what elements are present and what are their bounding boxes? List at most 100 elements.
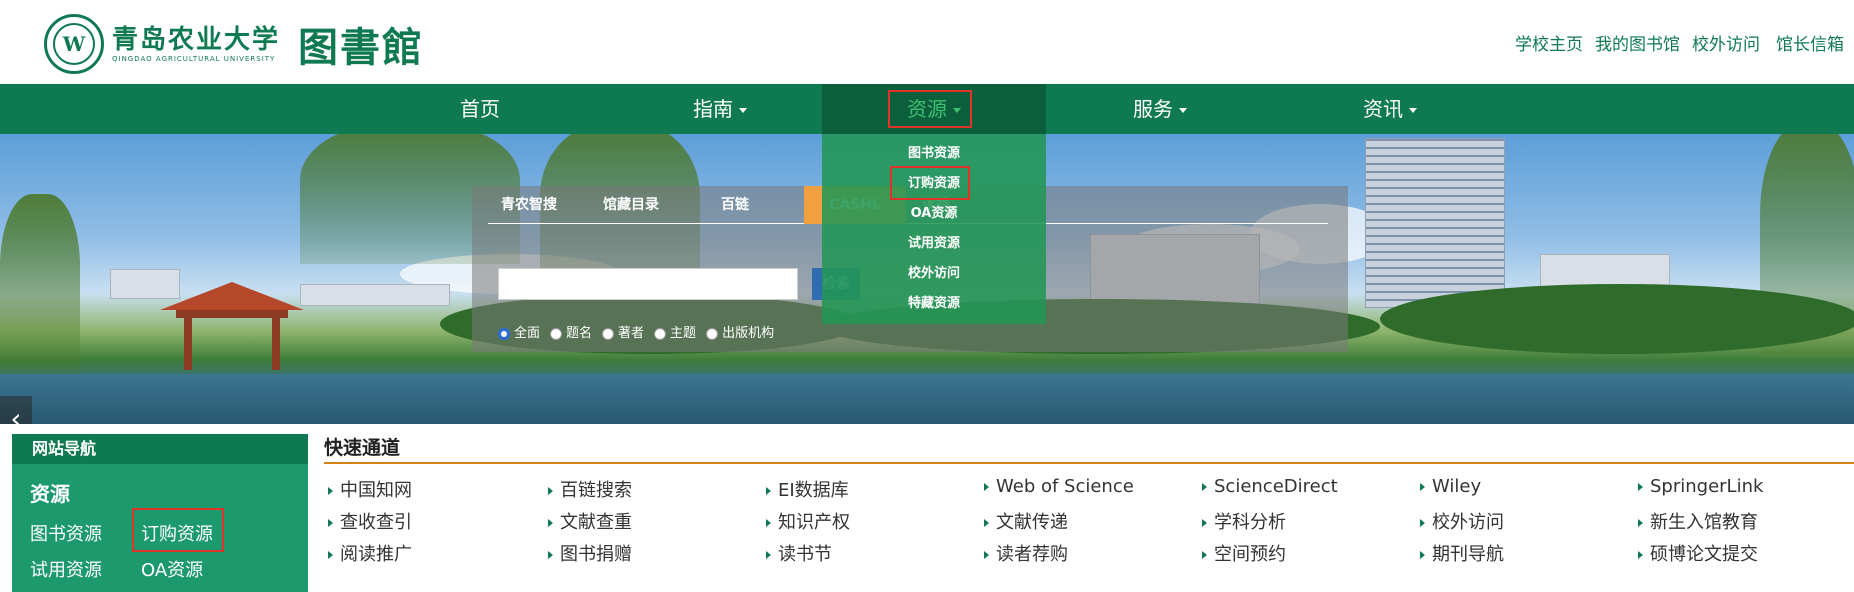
resources-dropdown-menu: 图书资源 订购资源 OA资源 试用资源 校外访问 特藏资源 xyxy=(822,134,1046,324)
quick-link-document-delivery[interactable]: 文献传递 xyxy=(984,508,1068,534)
quick-link-freshman-education[interactable]: 新生入馆教育 xyxy=(1638,508,1758,534)
radio-option-all[interactable]: 全面 xyxy=(498,322,540,341)
triangle-bullet-icon xyxy=(1420,483,1425,491)
sidebar-section-title: 资源 xyxy=(30,482,70,506)
triangle-bullet-icon xyxy=(1638,483,1643,491)
university-name: 青岛农业大学 xyxy=(112,25,281,55)
quick-link-space-booking[interactable]: 空间预约 xyxy=(1202,540,1286,566)
triangle-bullet-icon xyxy=(1638,519,1643,527)
willow-tree xyxy=(0,194,80,374)
radio-option-title[interactable]: 题名 xyxy=(550,322,592,341)
triangle-bullet-icon xyxy=(984,551,989,559)
tree-line xyxy=(1380,284,1854,354)
nav-label: 指南 xyxy=(693,97,733,121)
radio-label: 著者 xyxy=(618,326,645,341)
nav-label: 资讯 xyxy=(1363,97,1403,121)
search-tab-catalog[interactable]: 馆藏目录 xyxy=(588,186,674,224)
radio-option-publisher[interactable]: 出版机构 xyxy=(706,322,774,341)
dropdown-item-trial-resources[interactable]: 试用资源 xyxy=(822,232,1046,256)
quick-access-title: 快速通道 xyxy=(324,434,1854,464)
quick-link-reading-promotion[interactable]: 阅读推广 xyxy=(328,540,412,566)
triangle-bullet-icon xyxy=(1202,519,1207,527)
triangle-bullet-icon xyxy=(328,519,333,527)
lake-water xyxy=(0,374,1854,424)
nav-item-services[interactable]: 服务 xyxy=(1110,84,1210,134)
quick-link-bailian-search[interactable]: 百链搜索 xyxy=(548,476,632,502)
triangle-bullet-icon xyxy=(766,487,771,495)
quick-link-thesis-submission[interactable]: 硕博论文提交 xyxy=(1638,540,1758,566)
quick-link-subject-analysis[interactable]: 学科分析 xyxy=(1202,508,1286,534)
pavilion-pillar xyxy=(184,318,192,370)
radio-icon xyxy=(550,327,563,340)
sidebar-link-book-resources[interactable]: 图书资源 xyxy=(30,520,102,546)
triangle-bullet-icon xyxy=(548,519,553,527)
quick-link-cnki[interactable]: 中国知网 xyxy=(328,476,412,502)
triangle-bullet-icon xyxy=(1420,519,1425,527)
dropdown-item-book-resources[interactable]: 图书资源 xyxy=(822,142,1046,166)
nav-item-resources[interactable]: 资源 xyxy=(822,84,1046,134)
university-name-en: QINGDAO AGRICULTURAL UNIVERSITY xyxy=(112,55,276,63)
quick-link-sciencedirect[interactable]: ScienceDirect xyxy=(1202,476,1338,497)
top-link-school-home[interactable]: 学校主页 xyxy=(1515,30,1583,55)
library-logo[interactable]: W 青岛农业大学 QINGDAO AGRICULTURAL UNIVERSITY… xyxy=(44,14,424,74)
radio-label: 题名 xyxy=(566,326,593,341)
top-link-director-mailbox[interactable]: 馆长信箱 xyxy=(1776,30,1844,55)
triangle-bullet-icon xyxy=(984,483,989,491)
radio-option-subject[interactable]: 主题 xyxy=(654,322,696,341)
library-name: 图書館 xyxy=(298,24,425,71)
radio-icon xyxy=(602,327,615,340)
nav-label: 资源 xyxy=(907,97,947,121)
quick-link-ei[interactable]: EI数据库 xyxy=(766,476,849,502)
radio-icon xyxy=(654,327,667,340)
nav-label: 首页 xyxy=(460,97,500,121)
dropdown-item-off-campus[interactable]: 校外访问 xyxy=(822,262,1046,286)
search-field-options: 全面 题名 著者 主题 出版机构 xyxy=(498,322,780,341)
nav-item-guide[interactable]: 指南 xyxy=(660,84,780,134)
quick-link-ip[interactable]: 知识产权 xyxy=(766,508,850,534)
sidebar-title: 网站导航 xyxy=(12,434,308,464)
nav-label: 服务 xyxy=(1133,97,1173,121)
quick-link-reader-recommend[interactable]: 读者荐购 xyxy=(984,540,1068,566)
site-nav-sidebar: 网站导航 资源 图书资源 订购资源 试用资源 OA资源 xyxy=(12,434,308,592)
top-link-off-campus[interactable]: 校外访问 xyxy=(1692,30,1760,55)
top-links: 学校主页 我的图书馆 校外访问 馆长信箱 xyxy=(1515,30,1844,55)
quick-link-wiley[interactable]: Wiley xyxy=(1420,476,1481,497)
quick-link-citation-check[interactable]: 查收查引 xyxy=(328,508,412,534)
quick-link-plagiarism-check[interactable]: 文献查重 xyxy=(548,508,632,534)
nav-item-home[interactable]: 首页 xyxy=(440,84,520,134)
quick-link-off-campus[interactable]: 校外访问 xyxy=(1420,508,1504,534)
radio-option-author[interactable]: 著者 xyxy=(602,322,644,341)
dropdown-item-oa-resources[interactable]: OA资源 xyxy=(822,202,1046,226)
sidebar-link-subscribed-resources[interactable]: 订购资源 xyxy=(141,520,213,546)
radio-selected-icon xyxy=(498,327,510,340)
quick-link-book-donation[interactable]: 图书捐赠 xyxy=(548,540,632,566)
dropdown-item-subscribed-resources[interactable]: 订购资源 xyxy=(822,172,1046,196)
triangle-bullet-icon xyxy=(548,551,553,559)
quick-link-web-of-science[interactable]: Web of Science xyxy=(984,476,1134,497)
university-seal-icon: W xyxy=(44,14,104,74)
triangle-bullet-icon xyxy=(328,487,333,495)
building xyxy=(300,284,450,306)
pavilion-eave xyxy=(176,310,288,318)
triangle-bullet-icon xyxy=(328,551,333,559)
triangle-bullet-icon xyxy=(548,487,553,495)
quick-link-reading-festival[interactable]: 读书节 xyxy=(766,540,832,566)
radio-label: 主题 xyxy=(670,326,697,341)
search-tab-smart[interactable]: 青农智搜 xyxy=(488,186,570,224)
quick-link-journal-nav[interactable]: 期刊导航 xyxy=(1420,540,1504,566)
quick-access-section: 快速通道 中国知网 百链搜索 EI数据库 Web of Science Scie… xyxy=(324,434,1854,565)
search-tab-bailian[interactable]: 百链 xyxy=(692,186,778,224)
nav-item-news[interactable]: 资讯 xyxy=(1340,84,1440,134)
dropdown-item-special-collections[interactable]: 特藏资源 xyxy=(822,292,1046,316)
sidebar-link-oa-resources[interactable]: OA资源 xyxy=(141,556,203,582)
triangle-bullet-icon xyxy=(1202,483,1207,491)
quick-link-springerlink[interactable]: SpringerLink xyxy=(1638,476,1763,497)
top-link-my-library[interactable]: 我的图书馆 xyxy=(1595,30,1680,55)
sidebar-link-trial-resources[interactable]: 试用资源 xyxy=(30,556,102,582)
banner-prev-arrow-icon[interactable]: ‹ xyxy=(0,396,32,424)
caret-down-icon xyxy=(739,108,747,113)
triangle-bullet-icon xyxy=(1638,551,1643,559)
triangle-bullet-icon xyxy=(1202,551,1207,559)
search-input[interactable] xyxy=(498,268,798,300)
pavilion-pillar xyxy=(272,318,280,370)
